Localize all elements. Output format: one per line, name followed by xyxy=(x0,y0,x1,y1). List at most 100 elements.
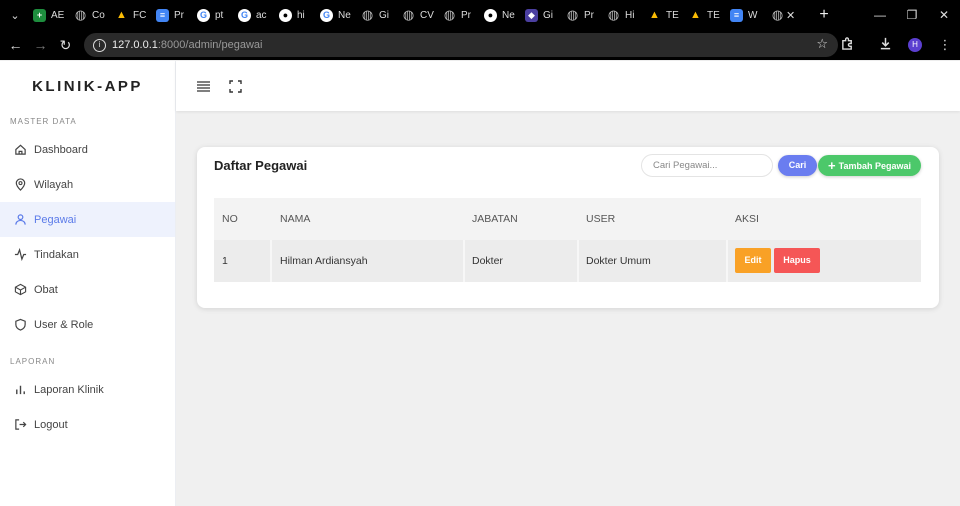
box-icon xyxy=(13,283,27,297)
browser-tab[interactable]: ● Ne xyxy=(481,0,522,30)
back-arrow-icon[interactable]: ← xyxy=(3,37,28,53)
tab-title: W xyxy=(748,9,758,21)
browser-tab-bar: ⌄ + AE ◍ Co ▲ FC ≡ Pr Gpt Gac ● hi G Ne ◍ Gi ◍ CV ◍ Pr ● Ne ◆ G… xyxy=(0,0,960,30)
address-bar[interactable]: i 127.0.0.1:8000/admin/pegawai ☆ xyxy=(84,33,838,57)
tab-strip: + AE ◍ Co ▲ FC ≡ Pr Gpt Gac ● hi G Ne ◍ Gi ◍ CV ◍ Pr ● Ne ◆ Gi ◍… xyxy=(30,0,809,30)
globe-icon: ◍ xyxy=(361,7,374,22)
browser-tab[interactable]: ◍ Pr xyxy=(563,0,604,30)
browser-tab[interactable]: ◍ Gi xyxy=(358,0,399,30)
cari-button[interactable]: Cari xyxy=(778,155,817,176)
browser-tab[interactable]: ≡ W xyxy=(727,0,768,30)
browser-tab[interactable]: ≡ Pr xyxy=(153,0,194,30)
edit-button[interactable]: Edit xyxy=(735,248,771,273)
gitlab-icon: ◆ xyxy=(525,8,538,22)
search-pegawai-input[interactable] xyxy=(641,154,773,177)
globe-icon: ◍ xyxy=(607,7,620,22)
activity-icon xyxy=(13,248,27,262)
hamburger-menu-icon[interactable] xyxy=(188,80,218,92)
google-icon: G xyxy=(238,8,251,22)
sidebar-item-tindakan[interactable]: Tindakan xyxy=(0,237,175,272)
download-icon[interactable] xyxy=(870,37,900,53)
tambah-pegawai-button[interactable]: + Tambah Pegawai xyxy=(818,155,921,176)
bar-chart-icon xyxy=(13,383,27,397)
minimize-icon[interactable]: — xyxy=(864,8,896,22)
browser-tab[interactable]: ▲ FC xyxy=(112,0,153,30)
hapus-button[interactable]: Hapus xyxy=(774,248,820,273)
browser-tab[interactable]: ▲ TE xyxy=(645,0,686,30)
sidebar-item-label: Laporan Klinik xyxy=(34,383,104,396)
cell-nama: Hilman Ardiansyah xyxy=(280,255,368,267)
tab-title: Pr xyxy=(174,9,184,21)
sidebar-item-obat[interactable]: Obat xyxy=(0,272,175,307)
tab-title: Gi xyxy=(543,9,553,21)
header-aksi: AKSI xyxy=(735,213,759,225)
tab-title: TE xyxy=(666,9,679,21)
browser-tab[interactable]: ◍ Hi xyxy=(604,0,645,30)
sidebar-item-dashboard[interactable]: Dashboard xyxy=(0,132,175,167)
brand-logo[interactable]: KLINIK-APP xyxy=(0,61,175,111)
logout-icon xyxy=(13,418,27,432)
master-data-menu: Dashboard Wilayah Pegawai Tindakan Obat User … xyxy=(0,132,175,342)
sidebar-item-logout[interactable]: Logout xyxy=(0,407,175,442)
browser-tab[interactable]: G Ne xyxy=(317,0,358,30)
browser-tab[interactable]: + AE xyxy=(30,0,71,30)
drive-icon: ▲ xyxy=(649,9,660,21)
pegawai-card: Daftar Pegawai Cari + Tambah Pegawai NO … xyxy=(197,147,939,308)
profile-avatar[interactable]: H xyxy=(908,38,922,52)
docs-icon: ≡ xyxy=(156,8,169,22)
github-icon: ● xyxy=(484,8,497,22)
new-tab-plus-icon[interactable]: + xyxy=(809,6,839,24)
url-text[interactable]: 127.0.0.1:8000/admin/pegawai xyxy=(112,39,262,51)
browser-tab[interactable]: ◍ ✕ xyxy=(768,0,809,30)
browser-tab[interactable]: ▲ TE xyxy=(686,0,727,30)
extensions-puzzle-icon[interactable] xyxy=(832,37,862,53)
sidebar-item-label: Dashboard xyxy=(34,143,88,156)
fullscreen-icon[interactable] xyxy=(220,79,250,93)
sidebar-item-label: Logout xyxy=(34,418,68,431)
browser-tab[interactable]: ◍ CV xyxy=(399,0,440,30)
tab-title: Hi xyxy=(625,9,635,21)
section-label-master-data: MASTER DATA xyxy=(10,117,77,126)
tab-title: TE xyxy=(707,9,720,21)
sidebar-item-laporan-klinik[interactable]: Laporan Klinik xyxy=(0,372,175,407)
table-row: 1 Hilman Ardiansyah Dokter Dokter Umum E… xyxy=(214,240,921,282)
sidebar-item-user-role[interactable]: User & Role xyxy=(0,307,175,342)
browser-tab[interactable]: Gpt xyxy=(194,0,235,30)
sidebar-item-wilayah[interactable]: Wilayah xyxy=(0,167,175,202)
section-label-laporan: LAPORAN xyxy=(10,357,56,366)
cell-jabatan: Dokter xyxy=(472,255,503,267)
card-title: Daftar Pegawai xyxy=(214,158,308,173)
bookmark-star-icon[interactable]: ☆ xyxy=(816,36,828,52)
globe-icon: ◍ xyxy=(771,7,784,22)
sidebar-item-label: Obat xyxy=(34,283,58,296)
browser-tab[interactable]: ● hi xyxy=(276,0,317,30)
restore-icon[interactable]: ❐ xyxy=(896,8,928,22)
tab-title: FC xyxy=(133,9,147,21)
docs-icon: ≡ xyxy=(730,8,743,22)
header-nama: NAMA xyxy=(280,213,311,225)
browser-tab[interactable]: ◍ Pr xyxy=(440,0,481,30)
window-controls: — ❐ ✕ xyxy=(864,0,960,30)
close-tab-icon[interactable]: ✕ xyxy=(786,9,795,22)
sidebar-item-pegawai[interactable]: Pegawai xyxy=(0,202,175,237)
browser-toolbar: ← → ↻ i 127.0.0.1:8000/admin/pegawai ☆ H… xyxy=(0,30,960,60)
browser-tab[interactable]: Gac xyxy=(235,0,276,30)
tab-title: CV xyxy=(420,9,434,21)
tab-search-chevron-icon[interactable]: ⌄ xyxy=(0,9,30,22)
pegawai-table: NO NAMA JABATAN USER AKSI 1 Hilman Ardia… xyxy=(214,198,921,282)
browser-tab[interactable]: ◍ Co xyxy=(71,0,112,30)
browser-tab[interactable]: ◆ Gi xyxy=(522,0,563,30)
tab-title: Ne xyxy=(502,9,515,21)
reload-icon[interactable]: ↻ xyxy=(53,37,78,54)
sidebar-item-label: Tindakan xyxy=(34,248,79,261)
github-icon: ● xyxy=(279,8,292,22)
forward-arrow-icon[interactable]: → xyxy=(28,37,53,53)
cell-no: 1 xyxy=(222,255,228,267)
cell-divider xyxy=(463,240,465,282)
header-jabatan: JABATAN xyxy=(472,213,518,225)
globe-icon: ◍ xyxy=(443,7,456,22)
browser-menu-kebab-icon[interactable]: ⋮ xyxy=(930,37,960,53)
site-info-icon[interactable]: i xyxy=(93,38,106,52)
close-window-icon[interactable]: ✕ xyxy=(928,8,960,22)
sidebar: KLINIK-APP MASTER DATA Dashboard Wilayah P… xyxy=(0,61,176,506)
